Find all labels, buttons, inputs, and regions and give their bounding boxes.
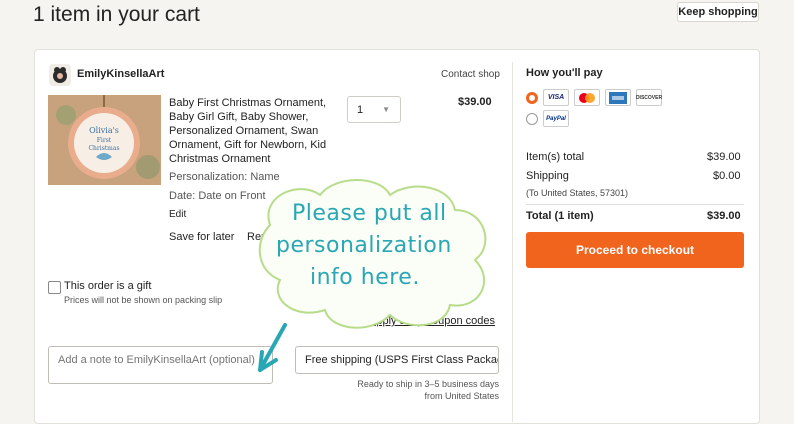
annotation-line-3: info here. <box>310 265 420 290</box>
discover-card-icon: DISCOVER <box>636 89 662 106</box>
product-title[interactable]: Baby First Christmas Ornament, Baby Girl… <box>169 96 339 166</box>
ready-line-2: from United States <box>424 391 499 401</box>
annotation-line-1: Please put all <box>292 201 447 226</box>
shop-logo-icon <box>53 67 67 83</box>
amex-card-icon <box>605 89 631 106</box>
total-value: $39.00 <box>707 210 741 222</box>
gift-checkbox[interactable] <box>48 281 61 294</box>
chevron-down-icon: ▼ <box>382 105 390 114</box>
edit-link[interactable]: Edit <box>169 209 186 220</box>
keep-shopping-button[interactable]: Keep shopping <box>677 2 759 22</box>
svg-text:First: First <box>97 137 112 144</box>
contact-shop-link[interactable]: Contact shop <box>441 69 500 80</box>
visa-card-icon: VISA <box>543 89 569 106</box>
shop-avatar[interactable] <box>49 64 71 86</box>
svg-text:Christmas: Christmas <box>88 145 119 152</box>
total-label: Total (1 item) <box>526 210 594 222</box>
mastercard-icon <box>574 89 600 106</box>
items-total-value: $39.00 <box>707 151 741 163</box>
summary-divider <box>526 204 744 205</box>
payment-radio-cards[interactable] <box>526 92 538 104</box>
gift-label[interactable]: This order is a gift <box>64 280 151 292</box>
quantity-select[interactable]: 1 ▼ <box>347 96 401 123</box>
panel-divider <box>512 62 513 422</box>
proceed-to-checkout-button[interactable]: Proceed to checkout <box>526 232 744 268</box>
annotation-line-2: personalization <box>276 233 452 258</box>
ornament-image: Olivia's First Christmas <box>48 95 161 185</box>
shipping-label: Shipping <box>526 170 569 182</box>
shipping-value: $0.00 <box>713 170 741 182</box>
save-for-later-link[interactable]: Save for later <box>169 231 234 243</box>
items-total-label: Item(s) total <box>526 151 585 163</box>
ornament-text: Olivia's <box>89 126 119 135</box>
shipping-destination[interactable]: (To United States, 57301) <box>526 188 628 198</box>
shop-name[interactable]: EmilyKinsellaArt <box>77 68 164 80</box>
product-thumbnail[interactable]: Olivia's First Christmas <box>48 95 161 185</box>
page-title: 1 item in your cart <box>33 3 200 26</box>
payment-radio-paypal[interactable] <box>526 113 538 125</box>
quantity-value: 1 <box>357 104 364 116</box>
paypal-icon: PayPal <box>543 110 569 127</box>
payment-title: How you'll pay <box>526 67 603 79</box>
item-price: $39.00 <box>458 96 492 108</box>
gift-note: Prices will not be shown on packing slip <box>64 295 223 305</box>
